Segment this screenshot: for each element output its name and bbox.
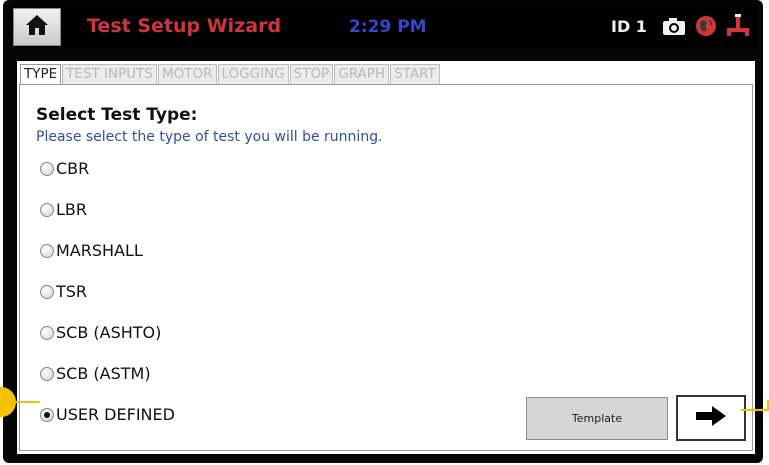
status-icons: [661, 14, 751, 38]
tab-bar: TYPE TEST INPUTS MOTOR LOGGING STOP GRAP…: [20, 64, 441, 84]
radio-button[interactable]: [40, 366, 54, 381]
tab-content: Select Test Type: Please select the type…: [19, 84, 753, 451]
clock: 2:29 PM: [349, 17, 427, 37]
next-button[interactable]: [676, 395, 746, 441]
radio-button[interactable]: [40, 243, 54, 258]
wizard-panel: TYPE TEST INPUTS MOTOR LOGGING STOP GRAP…: [17, 61, 755, 454]
page-title: Test Setup Wizard: [87, 15, 282, 37]
home-icon: [25, 14, 49, 40]
section-heading: Select Test Type:: [36, 105, 198, 125]
radio-button[interactable]: [40, 161, 54, 176]
top-bar: Test Setup Wizard 2:29 PM ID 1: [11, 6, 758, 48]
template-button[interactable]: Template: [526, 397, 668, 440]
camera-icon[interactable]: [661, 14, 687, 38]
tab-test-inputs[interactable]: TEST INPUTS: [62, 64, 157, 84]
tab-graph[interactable]: GRAPH: [334, 64, 390, 84]
option-label: USER DEFINED: [56, 405, 175, 424]
radio-button[interactable]: [40, 325, 54, 340]
globe-icon[interactable]: [693, 14, 719, 38]
radio-button-selected[interactable]: [40, 407, 54, 422]
option-label: SCB (ASHTO): [56, 323, 162, 342]
network-icon[interactable]: [725, 14, 751, 38]
tab-logging[interactable]: LOGGING: [217, 64, 289, 84]
option-user-defined[interactable]: USER DEFINED: [40, 405, 175, 424]
radio-button[interactable]: [40, 202, 54, 217]
option-label: MARSHALL: [56, 241, 143, 260]
option-scb-ashto[interactable]: SCB (ASHTO): [40, 323, 161, 342]
option-label: LBR: [56, 200, 88, 219]
option-lbr[interactable]: LBR: [40, 200, 87, 219]
option-tsr[interactable]: TSR: [40, 282, 87, 301]
option-label: CBR: [56, 159, 90, 178]
tab-stop[interactable]: STOP: [289, 64, 334, 84]
tab-motor[interactable]: MOTOR: [157, 64, 217, 84]
tab-type[interactable]: TYPE: [20, 64, 62, 84]
option-marshall[interactable]: MARSHALL: [40, 241, 143, 260]
option-label: TSR: [56, 282, 88, 301]
callout-line: [14, 401, 40, 403]
arrow-right-icon: [694, 404, 728, 432]
option-scb-astm[interactable]: SCB (ASTM): [40, 364, 151, 383]
instructions-text: Please select the type of test you will …: [36, 129, 383, 145]
home-button[interactable]: [13, 8, 61, 46]
option-cbr[interactable]: CBR: [40, 159, 89, 178]
option-label: SCB (ASTM): [56, 364, 151, 383]
device-id: ID 1: [611, 17, 647, 36]
tab-start[interactable]: START: [390, 64, 440, 84]
radio-button[interactable]: [40, 284, 54, 299]
device-frame: Test Setup Wizard 2:29 PM ID 1 TYPE TEST…: [3, 0, 763, 463]
callout-line: [741, 409, 769, 411]
